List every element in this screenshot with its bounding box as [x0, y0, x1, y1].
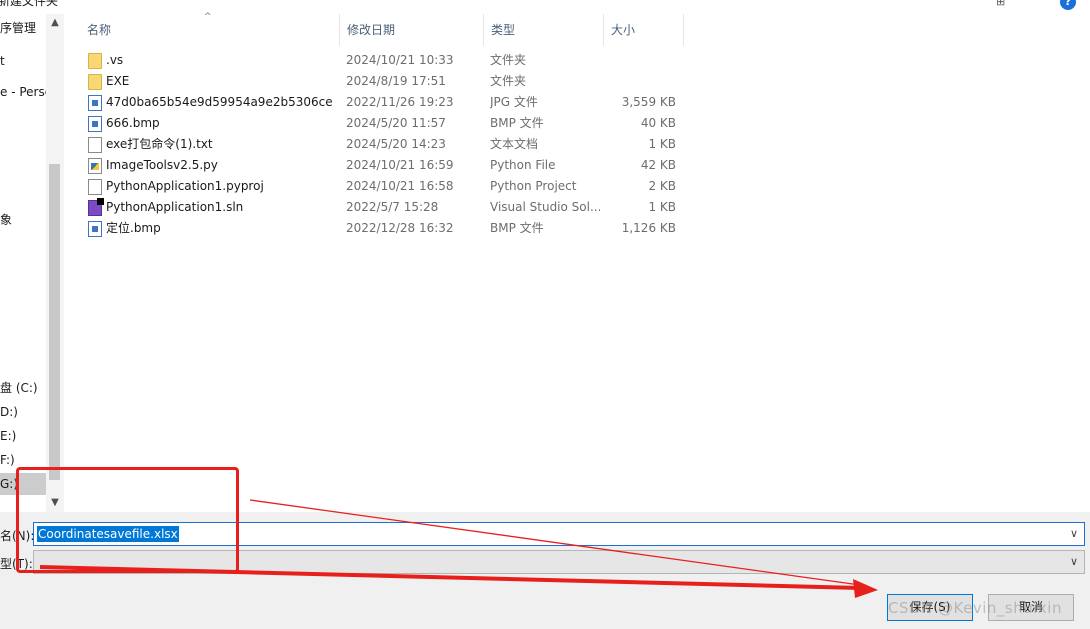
file-size: 3,559 KB	[621, 95, 676, 109]
file-list: 名称 ^ 修改日期 类型 大小 .vs 2024/10/21 10:33 文件夹…	[64, 12, 1090, 512]
chevron-down-icon[interactable]: ∨	[1067, 553, 1081, 571]
file-name: exe打包命令(1).txt	[106, 137, 213, 151]
blank-file-icon	[88, 179, 102, 195]
file-size: 1 KB	[648, 200, 676, 214]
view-menu-button[interactable]: ⊞	[996, 0, 1022, 8]
file-size: 2 KB	[648, 179, 676, 193]
file-size: 42 KB	[640, 158, 676, 172]
file-row[interactable]: 定位.bmp 2022/12/28 16:32 BMP 文件 1,126 KB	[80, 218, 690, 239]
file-type: Visual Studio Sol...	[490, 200, 600, 214]
column-type[interactable]: 类型	[484, 14, 604, 46]
visual-studio-icon	[88, 198, 104, 216]
annotation-highlight-box	[16, 467, 239, 573]
nav-item-drive-d[interactable]: D:)	[0, 401, 18, 423]
file-date: 2024/5/20 14:23	[346, 137, 446, 151]
file-date: 2022/11/26 19:23	[346, 95, 454, 109]
window-title: 新建文件夹	[0, 0, 59, 8]
help-icon[interactable]: ?	[1060, 0, 1076, 10]
column-size[interactable]: 大小	[604, 14, 684, 46]
file-type: BMP 文件	[490, 221, 544, 235]
file-type: Python Project	[490, 179, 577, 193]
nav-item-onedrive-personal[interactable]: e - Perso	[0, 81, 52, 103]
image-file-icon	[88, 95, 102, 111]
navigation-pane: 序管理 t e - Perso 象 盘 (C:) D:) E:) F:) G:)…	[0, 14, 64, 512]
file-type: 文件夹	[490, 53, 527, 67]
folder-icon	[88, 53, 102, 69]
file-date: 2024/5/20 11:57	[346, 116, 446, 130]
file-name: 定位.bmp	[106, 221, 161, 235]
nav-item-manager[interactable]: 序管理	[0, 17, 36, 39]
watermark: CSDN @Kevin_shuixin	[888, 599, 1062, 617]
column-header: 名称 ^ 修改日期 类型 大小	[64, 12, 1090, 46]
file-name: .vs	[106, 53, 124, 67]
folder-icon	[88, 74, 102, 90]
title-bar-fragment: 新建文件夹 ⊞ ?	[0, 0, 1090, 14]
nav-item-drive-c[interactable]: 盘 (C:)	[0, 377, 38, 399]
file-type: JPG 文件	[490, 95, 538, 109]
nav-item-t[interactable]: t	[0, 50, 5, 72]
text-file-icon	[88, 137, 102, 153]
file-date: 2024/10/21 10:33	[346, 53, 454, 67]
file-type: 文本文档	[490, 137, 539, 151]
file-type: BMP 文件	[490, 116, 544, 130]
file-date: 2022/5/7 15:28	[346, 200, 439, 214]
nav-scroll-thumb[interactable]	[49, 164, 60, 480]
file-name: 666.bmp	[106, 116, 160, 130]
file-row[interactable]: exe打包命令(1).txt 2024/5/20 14:23 文本文档 1 KB	[80, 134, 690, 155]
file-type: Python File	[490, 158, 556, 172]
column-date-modified[interactable]: 修改日期	[340, 14, 484, 46]
file-date: 2024/10/21 16:59	[346, 158, 454, 172]
scroll-up-icon[interactable]: ▲	[46, 16, 64, 30]
file-row[interactable]: EXE 2024/8/19 17:51 文件夹	[80, 71, 690, 92]
file-row[interactable]: 47d0ba65b54e9d59954a9e2b5306ce... 2022/1…	[80, 92, 690, 113]
file-row[interactable]: 666.bmp 2024/5/20 11:57 BMP 文件 40 KB	[80, 113, 690, 134]
file-row[interactable]: PythonApplication1.pyproj 2024/10/21 16:…	[80, 176, 690, 197]
image-file-icon	[88, 116, 102, 132]
file-name: PythonApplication1.sln	[106, 200, 244, 214]
python-file-icon	[88, 158, 102, 174]
file-type: 文件夹	[490, 74, 527, 88]
file-name: EXE	[106, 74, 130, 88]
file-name: 47d0ba65b54e9d59954a9e2b5306ce...	[106, 95, 332, 109]
file-date: 2024/8/19 17:51	[346, 74, 446, 88]
file-date: 2024/10/21 16:58	[346, 179, 454, 193]
nav-item-drive-f[interactable]: F:)	[0, 449, 15, 471]
file-size: 40 KB	[640, 116, 676, 130]
nav-item-objects[interactable]: 象	[0, 209, 12, 231]
file-date: 2022/12/28 16:32	[346, 221, 454, 235]
file-name: PythonApplication1.pyproj	[106, 179, 264, 193]
file-size: 1,126 KB	[621, 221, 676, 235]
file-row[interactable]: .vs 2024/10/21 10:33 文件夹	[80, 50, 690, 71]
nav-item-drive-e[interactable]: E:)	[0, 425, 16, 447]
nav-scrollbar[interactable]: ▲ ▼	[46, 14, 64, 512]
file-size: 1 KB	[648, 137, 676, 151]
file-name: ImageToolsv2.5.py	[106, 158, 218, 172]
sort-ascending-icon: ^	[204, 12, 212, 22]
chevron-down-icon[interactable]: ∨	[1067, 525, 1081, 543]
image-file-icon	[88, 221, 102, 237]
file-row[interactable]: PythonApplication1.sln 2022/5/7 15:28 Vi…	[80, 197, 690, 218]
file-row[interactable]: ImageToolsv2.5.py 2024/10/21 16:59 Pytho…	[80, 155, 690, 176]
